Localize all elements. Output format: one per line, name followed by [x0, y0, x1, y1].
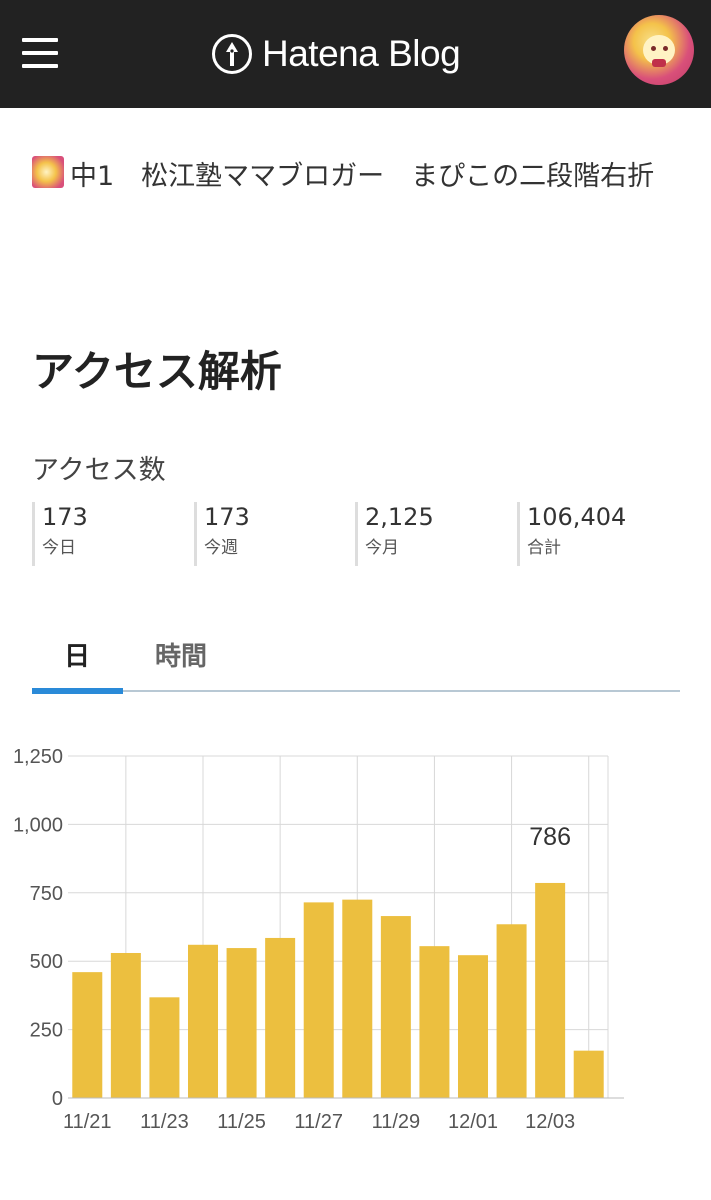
stat-this-month: 2,125 今月	[355, 502, 434, 566]
bar-12/01	[458, 955, 488, 1098]
bar-11/29	[380, 916, 411, 1098]
tab-day[interactable]: 日	[64, 636, 90, 673]
x-tick-label: 12/03	[525, 1111, 575, 1133]
app-header: Hatena Blog	[0, 0, 711, 108]
logo-text: Hatena Blog	[262, 33, 461, 74]
x-tick-label: 11/29	[372, 1111, 421, 1133]
stat-today: 173 今日	[32, 502, 88, 566]
bar-12/03	[535, 882, 566, 1098]
stat-label: 今月	[365, 538, 399, 558]
bar-11/22	[110, 952, 141, 1098]
x-tick-label: 11/21	[63, 1111, 112, 1133]
blog-icon	[32, 156, 64, 188]
bar-12/04	[573, 1050, 604, 1098]
bar-11/30	[419, 946, 450, 1098]
tab-hour[interactable]: 時間	[155, 636, 207, 673]
y-tick-label: 750	[30, 883, 63, 905]
bar-11/21	[72, 972, 103, 1098]
access-bar-chart: 1,250 1,000 750 500 250 011/21 11/23 11/25 11/27…	[13, 746, 624, 1133]
bar-11/27	[303, 902, 334, 1098]
tab-active-indicator	[32, 688, 123, 694]
stat-label: 合計	[527, 538, 561, 558]
stat-label: 今週	[204, 538, 238, 558]
stat-value: 106,404	[527, 503, 627, 531]
access-count-label: アクセス数	[32, 455, 166, 486]
stat-value: 2,125	[365, 503, 434, 531]
blog-title-link[interactable]: 中1 松江塾ママブロガー まぴこの二段階右折	[32, 156, 672, 197]
y-tick-label: 1,250	[13, 746, 63, 768]
x-tick-label: 11/27	[294, 1111, 343, 1133]
stat-label: 今日	[42, 538, 76, 558]
y-tick-label: 1,000	[13, 814, 63, 836]
x-tick-label: 11/23	[140, 1111, 189, 1133]
stat-this-week: 173 今週	[194, 502, 250, 566]
bar-11/28	[342, 899, 373, 1098]
hamburger-menu-icon[interactable]	[22, 38, 58, 68]
x-tick-label: 11/25	[217, 1111, 266, 1133]
user-avatar[interactable]	[624, 15, 694, 85]
page-title: アクセス解析	[32, 347, 282, 396]
stat-value: 173	[204, 503, 250, 531]
y-tick-label: 500	[30, 951, 63, 973]
bar-11/25	[226, 948, 257, 1098]
tab-divider	[32, 690, 680, 692]
stat-total: 106,404 合計	[517, 502, 626, 566]
bar-12/02	[496, 924, 527, 1098]
bar-11/23	[149, 997, 180, 1098]
x-tick-label: 12/01	[448, 1111, 498, 1133]
y-tick-label: 0	[52, 1088, 63, 1110]
blog-title-text: 中1 松江塾ママブロガー まぴこの二段階右折	[70, 161, 655, 192]
bar-11/24	[188, 944, 218, 1098]
bar-11/26	[265, 937, 296, 1098]
data-label: 786	[529, 823, 571, 851]
y-tick-label: 250	[30, 1020, 63, 1042]
stat-value: 173	[42, 503, 88, 531]
hatena-blog-logo[interactable]: Hatena Blog	[212, 28, 461, 80]
hatena-pen-icon	[212, 34, 252, 74]
